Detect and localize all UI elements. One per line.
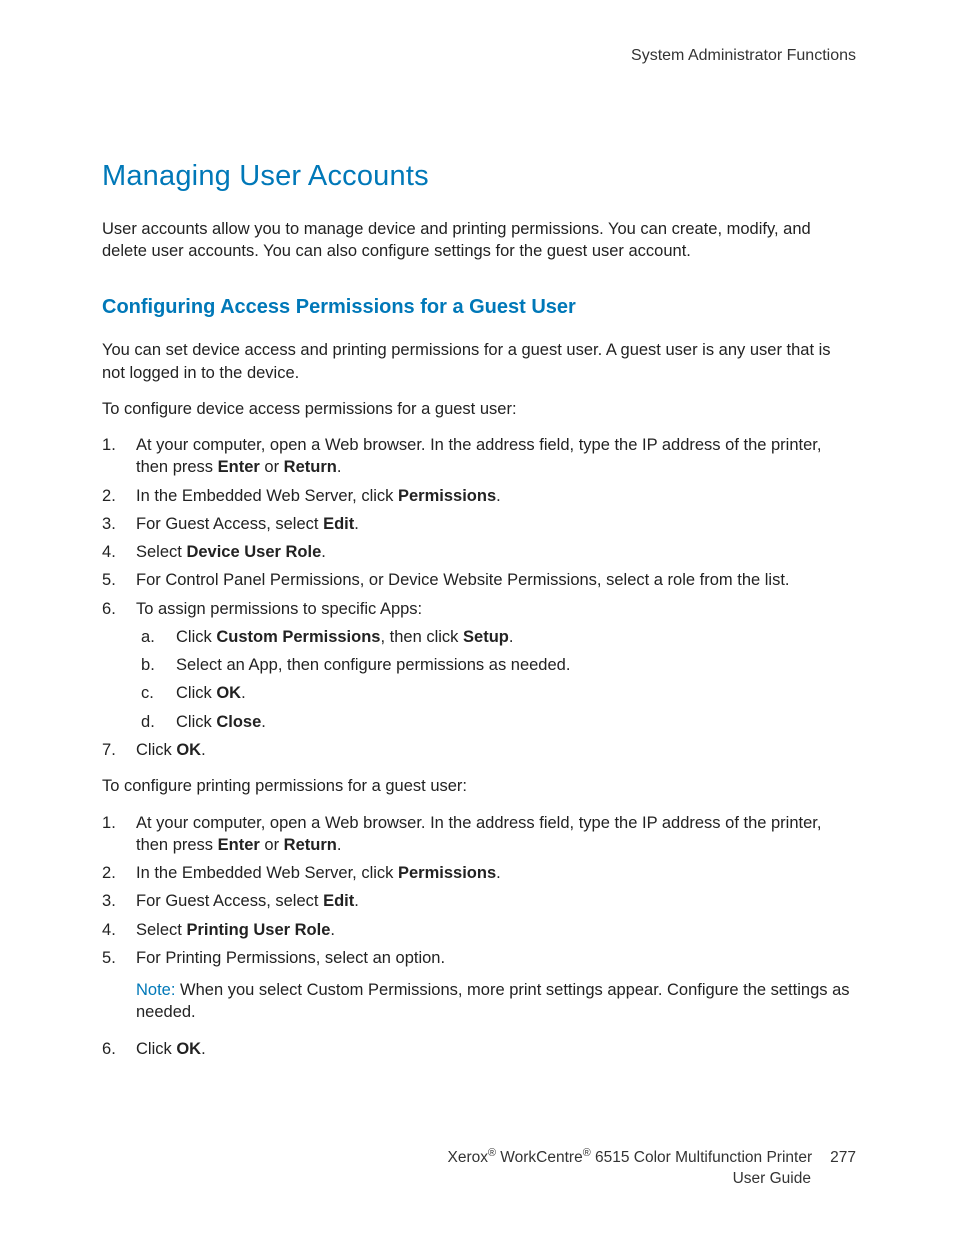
procedure-list-2: At your computer, open a Web browser. In… [102, 812, 856, 1060]
text: Click [176, 628, 216, 646]
text: . [330, 921, 335, 939]
text: . [354, 892, 359, 910]
text: . [261, 713, 266, 731]
text-bold: Setup [463, 628, 509, 646]
note-label: Note: [136, 981, 175, 999]
text: Click [176, 713, 216, 731]
list-item: Click OK. [102, 739, 856, 761]
text-bold: Return [284, 458, 337, 476]
list-item: For Guest Access, select Edit. [102, 513, 856, 535]
text: . [337, 458, 342, 476]
list-item: Select Printing User Role. [102, 919, 856, 941]
list-item: Click OK. [136, 682, 856, 704]
list2-lead: To configure printing permissions for a … [102, 775, 856, 797]
list-item: At your computer, open a Web browser. In… [102, 812, 856, 857]
text: or [260, 836, 284, 854]
text-bold: Edit [323, 892, 354, 910]
page-number: 277 [830, 1148, 856, 1169]
header-section-label: System Administrator Functions [102, 45, 856, 67]
list-item: In the Embedded Web Server, click Permis… [102, 485, 856, 507]
text-bold: Permissions [398, 487, 496, 505]
note-text: When you select Custom Permissions, more… [136, 981, 850, 1021]
sub-list: Click Custom Permissions, then click Set… [136, 626, 856, 733]
list-item: To assign permissions to specific Apps: … [102, 598, 856, 733]
text: . [496, 487, 501, 505]
text: . [354, 515, 359, 533]
text: . [321, 543, 326, 561]
footer-brand: Xerox [447, 1149, 488, 1166]
text: Select [136, 921, 186, 939]
text: . [337, 836, 342, 854]
text-bold: OK [216, 684, 241, 702]
intro-paragraph: User accounts allow you to manage device… [102, 218, 856, 263]
text: or [260, 458, 284, 476]
text: For Guest Access, select [136, 515, 323, 533]
text: To assign permissions to specific Apps: [136, 600, 422, 618]
subheading: Configuring Access Permissions for a Gue… [102, 294, 856, 321]
page-title: Managing User Accounts [102, 157, 856, 196]
list1-lead: To configure device access permissions f… [102, 398, 856, 420]
text-bold: Enter [218, 458, 260, 476]
footer-model: 6515 Color Multifunction Printer [591, 1149, 812, 1166]
text: In the Embedded Web Server, click [136, 487, 398, 505]
text-bold: Permissions [398, 864, 496, 882]
text: , then click [380, 628, 463, 646]
list-item: For Printing Permissions, select an opti… [102, 947, 856, 1024]
text-bold: Edit [323, 515, 354, 533]
text: Click [136, 1040, 176, 1058]
text: Select [136, 543, 186, 561]
registered-icon: ® [488, 1147, 496, 1159]
text: For Printing Permissions, select an opti… [136, 949, 445, 967]
list-item: Click Close. [136, 711, 856, 733]
procedure-list-1: At your computer, open a Web browser. In… [102, 434, 856, 761]
text: Click [136, 741, 176, 759]
text: . [201, 741, 206, 759]
text: Click [176, 684, 216, 702]
text-bold: Printing User Role [186, 921, 330, 939]
text-bold: Enter [218, 836, 260, 854]
text: For Guest Access, select [136, 892, 323, 910]
text: . [496, 864, 501, 882]
list-item: Select Device User Role. [102, 541, 856, 563]
text-bold: Return [284, 836, 337, 854]
text: In the Embedded Web Server, click [136, 864, 398, 882]
list-item: For Control Panel Permissions, or Device… [102, 569, 856, 591]
list-item: At your computer, open a Web browser. In… [102, 434, 856, 479]
footer-brand2: WorkCentre [496, 1149, 583, 1166]
note-block: Note: When you select Custom Permissions… [136, 979, 856, 1024]
list-item: For Guest Access, select Edit. [102, 890, 856, 912]
list-item: Click OK. [102, 1038, 856, 1060]
text: . [201, 1040, 206, 1058]
text-bold: OK [176, 1040, 201, 1058]
text-bold: OK [176, 741, 201, 759]
page-footer: Xerox® WorkCentre® 6515 Color Multifunct… [447, 1146, 856, 1190]
text: . [509, 628, 514, 646]
sub-intro: You can set device access and printing p… [102, 339, 856, 384]
footer-guide: User Guide [447, 1169, 811, 1190]
text-bold: Device User Role [186, 543, 321, 561]
text-bold: Custom Permissions [216, 628, 380, 646]
list-item: Select an App, then configure permission… [136, 654, 856, 676]
list-item: Click Custom Permissions, then click Set… [136, 626, 856, 648]
text: . [241, 684, 246, 702]
text-bold: Close [216, 713, 261, 731]
registered-icon: ® [583, 1147, 591, 1159]
list-item: In the Embedded Web Server, click Permis… [102, 862, 856, 884]
